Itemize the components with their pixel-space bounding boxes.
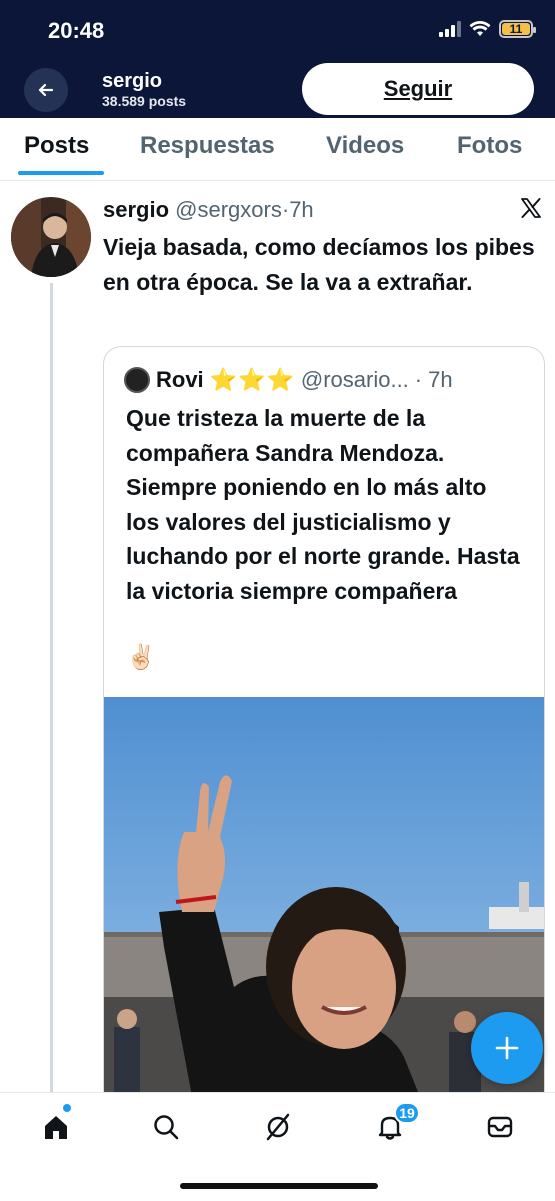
tweet-text: Vieja basada, como decíamos los pibes en…	[103, 234, 535, 295]
tweet-time[interactable]: 7h	[289, 197, 313, 222]
thread-line	[50, 283, 53, 1093]
quoted-tweet-header: Rovi ⭐⭐⭐ @rosario... · 7h	[124, 367, 453, 393]
tab-fotos[interactable]: Fotos	[457, 132, 522, 160]
nav-grok[interactable]	[258, 1107, 298, 1147]
status-time: 20:48	[48, 18, 105, 43]
follow-button[interactable]: Seguir	[302, 63, 534, 115]
notifications-badge: 19	[394, 1102, 420, 1124]
quoted-tweet[interactable]: Rovi ⭐⭐⭐ @rosario... · 7h Que tristeza la …	[103, 346, 545, 1108]
avatar[interactable]	[11, 197, 91, 277]
profile-header: 20:48 11 sergio 38.589 posts Seguir	[0, 0, 555, 118]
nav-search[interactable]	[146, 1107, 186, 1147]
wifi-icon	[469, 21, 491, 36]
quoted-tweet-text: Que tristeza la muerte de la compañera S…	[126, 405, 520, 604]
tab-posts[interactable]: Posts	[24, 132, 89, 160]
tweet-author-handle[interactable]: @sergxors	[175, 197, 282, 222]
home-unread-dot	[63, 1104, 71, 1112]
post-count: 38.589 posts	[102, 93, 187, 109]
back-button[interactable]	[24, 68, 68, 112]
tab-respuestas[interactable]: Respuestas	[140, 132, 275, 160]
quoted-time: 7h	[428, 367, 453, 392]
plus-icon	[495, 1036, 519, 1060]
search-icon	[154, 1115, 179, 1140]
nav-home[interactable]	[36, 1107, 76, 1147]
messages-icon	[487, 1116, 513, 1138]
grok-icon	[266, 1113, 290, 1141]
quoted-separator: ·	[414, 367, 423, 392]
victory-hand-emoji: ✌🏻	[126, 644, 156, 671]
status-icons: 11	[439, 20, 536, 38]
quoted-avatar	[124, 367, 150, 393]
nav-messages[interactable]	[480, 1107, 520, 1147]
stars-emoji: ⭐⭐⭐	[209, 367, 295, 392]
signal-icon	[439, 21, 461, 37]
compose-button[interactable]	[471, 1012, 543, 1084]
active-tab-indicator	[18, 171, 104, 175]
tab-videos[interactable]: Videos	[326, 132, 404, 160]
quoted-author-name: Rovi	[156, 367, 204, 392]
tweet-header: sergio @sergxors·7h	[103, 197, 314, 223]
profile-name: sergio	[102, 70, 163, 92]
battery-icon: 11	[499, 20, 536, 38]
home-indicator	[180, 1183, 378, 1189]
x-logo-icon	[521, 198, 541, 218]
battery-level: 11	[502, 22, 530, 36]
quoted-author-handle: @rosario...	[300, 367, 409, 392]
tweet-author-name[interactable]: sergio	[103, 197, 169, 222]
home-icon	[45, 1116, 67, 1139]
arrow-left-icon	[38, 83, 54, 97]
